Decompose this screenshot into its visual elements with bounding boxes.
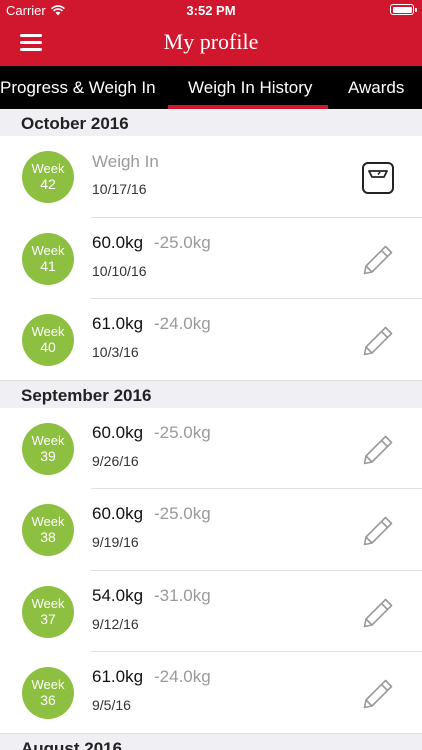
pencil-icon[interactable]: [360, 595, 396, 631]
list-item[interactable]: Week 39 60.0kg -25.0kg 9/26/16: [0, 408, 422, 490]
weight-change: -25.0kg: [154, 232, 211, 252]
tab-awards[interactable]: Awards: [348, 78, 404, 98]
tab-weigh-in-history[interactable]: Weigh In History: [188, 78, 312, 98]
pencil-icon[interactable]: [360, 323, 396, 359]
weight-value: 60.0kg: [92, 504, 144, 523]
pencil-icon[interactable]: [360, 513, 396, 549]
weight-value: 60.0kg: [92, 232, 144, 252]
tab-progress-weigh-in[interactable]: Progress & Weigh In: [0, 78, 156, 98]
app-header: Carrier 3:52 PM My profile: [0, 0, 422, 66]
weight-change: -25.0kg: [154, 504, 211, 523]
entry-date: 10/17/16: [92, 181, 147, 197]
list-item[interactable]: Week 38 60.0kg -25.0kg 9/19/16: [0, 489, 422, 571]
pencil-icon[interactable]: [360, 432, 396, 468]
list-item[interactable]: Week 36 61.0kg -24.0kg 9/5/16: [0, 652, 422, 734]
list-item[interactable]: Week 41 60.0kg -25.0kg 10/10/16: [0, 218, 422, 300]
week-badge: Week 42: [22, 151, 74, 203]
weight-value: 60.0kg: [92, 422, 144, 442]
tab-bar: Progress & Weigh In Weigh In History Awa…: [0, 66, 422, 109]
week-badge: Week 36: [22, 667, 74, 719]
status-time: 3:52 PM: [186, 3, 236, 18]
week-label: Week: [31, 432, 65, 448]
entry-date: 10/10/16: [92, 262, 147, 279]
pencil-icon[interactable]: [360, 242, 396, 278]
page-title: My profile: [163, 29, 259, 54]
battery-icon: [390, 4, 417, 15]
entry-date: 10/3/16: [92, 344, 139, 360]
week-badge: Week 40: [22, 314, 74, 366]
week-label: Week: [31, 242, 65, 258]
status-bar: Carrier 3:52 PM: [0, 0, 422, 22]
pencil-icon[interactable]: [360, 676, 396, 712]
weight-change: -24.0kg: [154, 667, 211, 686]
scale-icon[interactable]: [360, 160, 396, 196]
weight-value: 61.0kg: [92, 314, 144, 333]
list-item[interactable]: Week 40 61.0kg -24.0kg 10/3/16: [0, 299, 422, 381]
entry-date: 9/12/16: [92, 615, 139, 632]
week-number: 36: [40, 692, 56, 708]
list-item[interactable]: Week 42 Weigh In 10/17/16: [0, 136, 422, 218]
week-label: Week: [31, 514, 65, 529]
weight-change: -31.0kg: [154, 585, 211, 605]
week-label: Week: [31, 324, 65, 339]
weigh-in-history-list[interactable]: October 2016 Week 42 Weigh In 10/17/16 W…: [0, 109, 422, 750]
weight-value: 61.0kg: [92, 667, 144, 686]
week-number: 38: [40, 529, 56, 545]
week-label: Week: [31, 595, 65, 611]
entry-date: 9/19/16: [92, 534, 139, 550]
section-header-october-2016: October 2016: [0, 109, 422, 136]
section-header-august-2016: August 2016: [0, 733, 422, 750]
week-badge: Week 37: [22, 585, 74, 638]
entry-date: 9/5/16: [92, 697, 131, 713]
entry-date: 9/26/16: [92, 452, 139, 469]
week-number: 42: [40, 176, 56, 192]
week-number: 40: [40, 339, 56, 355]
weigh-in-prompt: Weigh In: [92, 152, 159, 171]
week-number: 41: [40, 257, 56, 274]
week-label: Week: [31, 161, 65, 176]
weight-value: 54.0kg: [92, 585, 144, 605]
week-label: Week: [31, 677, 65, 692]
week-badge: Week 39: [22, 422, 74, 475]
week-badge: Week 38: [22, 504, 74, 556]
week-badge: Week 41: [22, 232, 74, 285]
week-number: 37: [40, 610, 56, 627]
weight-change: -24.0kg: [154, 314, 211, 333]
section-header-september-2016: September 2016: [0, 380, 422, 408]
week-number: 39: [40, 447, 56, 464]
list-item[interactable]: Week 37 54.0kg -31.0kg 9/12/16: [0, 571, 422, 653]
weight-change: -25.0kg: [154, 422, 211, 442]
